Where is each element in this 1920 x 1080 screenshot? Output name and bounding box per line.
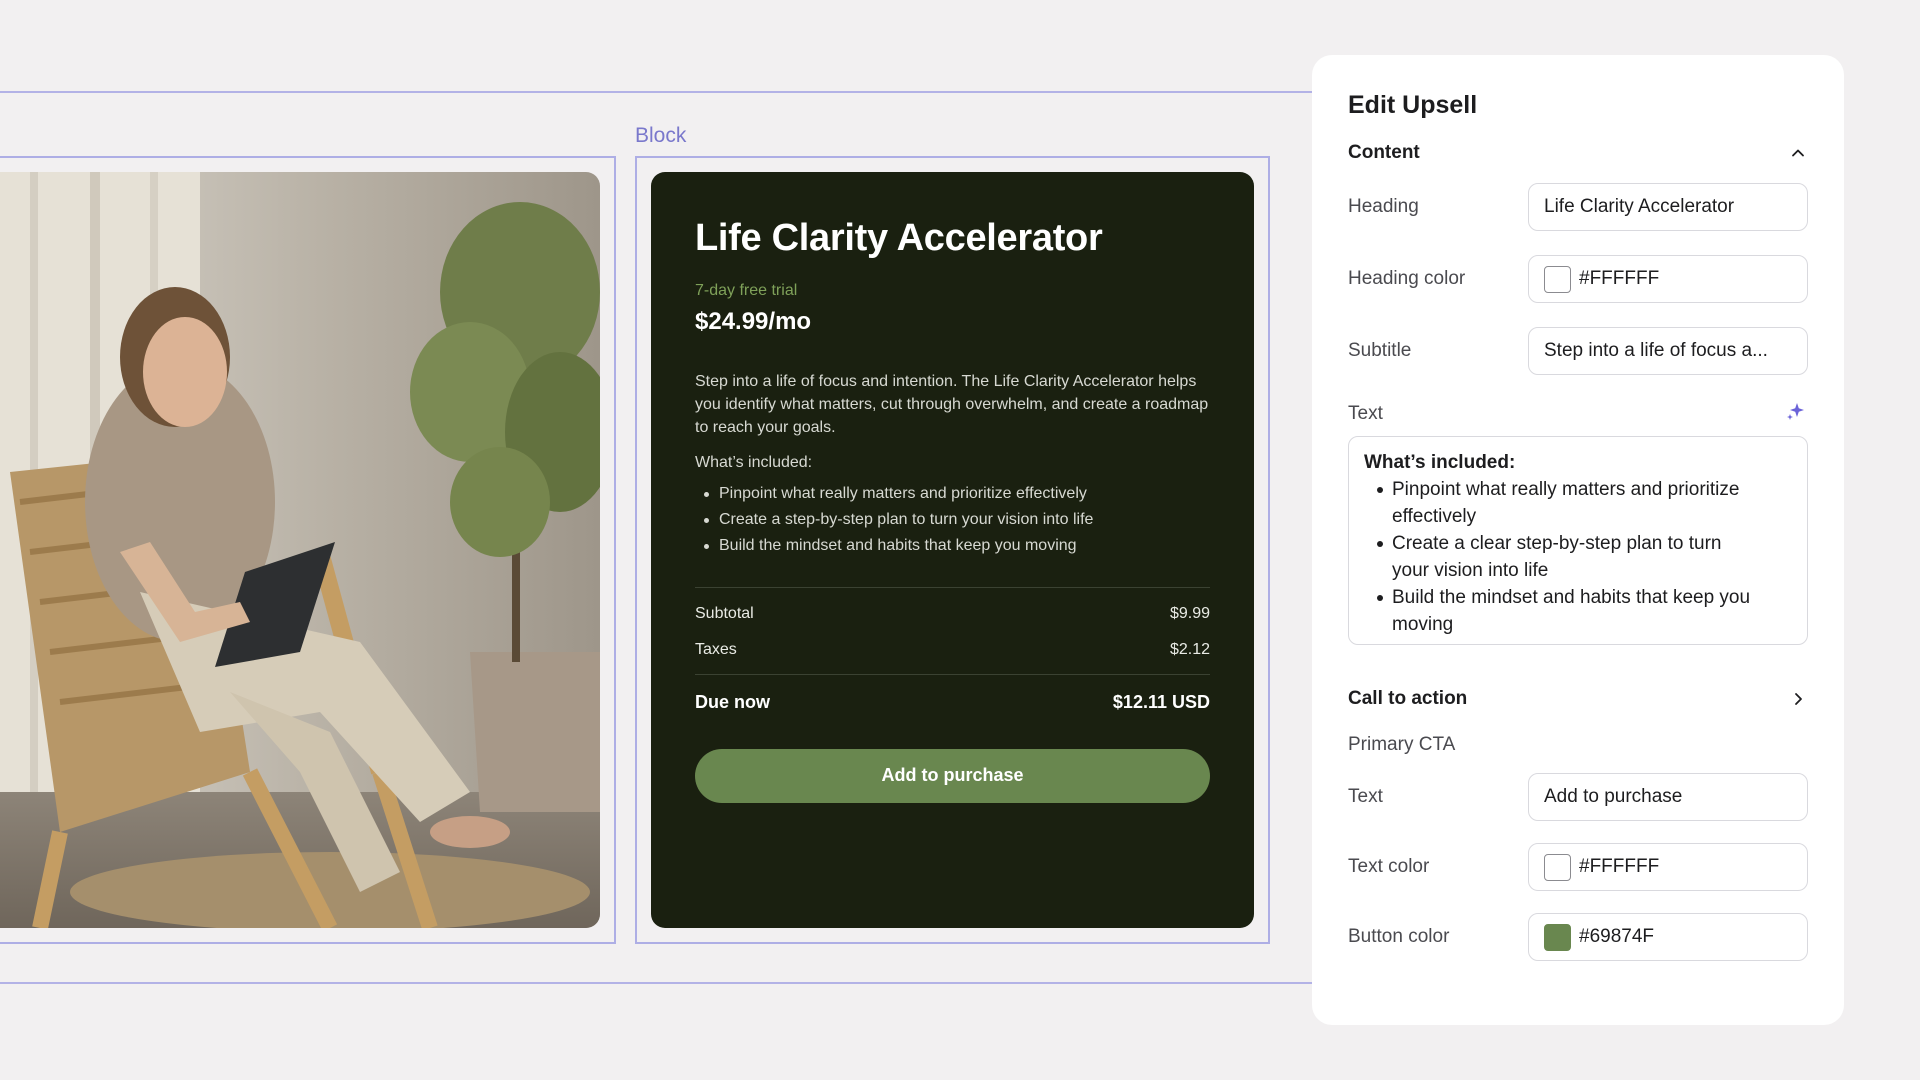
- due-now-value: $12.11 USD: [1112, 691, 1210, 712]
- subtotal-value: $9.99: [1169, 604, 1210, 622]
- upsell-title: Life Clarity Accelerator: [695, 217, 1103, 259]
- content-section-header[interactable]: Content: [1348, 142, 1808, 164]
- color-swatch[interactable]: [1544, 265, 1571, 293]
- cta-text-input[interactable]: Add to purchase: [1528, 773, 1808, 821]
- upsell-price: $24.99/mo: [695, 307, 812, 335]
- heading-color-label: Heading color: [1348, 268, 1466, 289]
- upsell-card[interactable]: Life Clarity Accelerator 7-day free tria…: [651, 172, 1254, 928]
- due-now-label: Due now: [695, 691, 770, 712]
- list-item: Build the mindset and habits that keep y…: [695, 533, 1210, 559]
- cta-text-label: Text: [1348, 786, 1383, 807]
- subtotal-row: Subtotal $9.99: [695, 605, 1210, 623]
- edit-upsell-panel: Edit Upsell Content Heading Life Clarity…: [1312, 55, 1844, 1025]
- list-item: Create a clear step-by-step plan to turn…: [1364, 530, 1792, 584]
- button-color-row: Button color #69874F: [1348, 913, 1808, 961]
- add-to-purchase-button[interactable]: Add to purchase: [695, 748, 1210, 803]
- cta-text-color-row: Text color #FFFFFF: [1348, 843, 1808, 891]
- panel-title: Edit Upsell: [1348, 91, 1478, 119]
- subtotal-label: Subtotal: [695, 604, 754, 622]
- text-label: Text: [1348, 402, 1383, 424]
- button-color-value: #69874F: [1579, 926, 1655, 947]
- subtitle-label: Subtitle: [1348, 340, 1412, 361]
- content-section-label: Content: [1348, 142, 1420, 163]
- due-now-row: Due now $12.11 USD: [695, 692, 1210, 713]
- heading-field-row: Heading Life Clarity Accelerator: [1348, 183, 1808, 231]
- cta-text-color-input[interactable]: #FFFFFF: [1528, 843, 1808, 891]
- section-guide-top: [0, 91, 1313, 93]
- text-editor-list: Pinpoint what really matters and priorit…: [1364, 476, 1792, 638]
- text-rich-editor[interactable]: What’s included: Pinpoint what really ma…: [1348, 436, 1808, 645]
- upsell-trial-text: 7-day free trial: [695, 281, 798, 299]
- primary-cta-label: Primary CTA: [1348, 734, 1456, 755]
- list-item: Pinpoint what really matters and priorit…: [695, 481, 1210, 507]
- list-item: Pinpoint what really matters and priorit…: [1364, 476, 1792, 530]
- heading-color-row: Heading color #FFFFFF: [1348, 255, 1808, 303]
- divider: [695, 586, 1210, 588]
- included-heading: What’s included:: [695, 453, 813, 471]
- sparkle-icon[interactable]: [1786, 401, 1806, 426]
- editor-canvas: Block Life Clarity Accelerator 7-day fre…: [0, 0, 1920, 1080]
- taxes-row: Taxes $2.12: [695, 641, 1210, 659]
- hero-photo[interactable]: [0, 172, 600, 928]
- cta-text-row: Text Add to purchase: [1348, 773, 1808, 821]
- cta-section-header[interactable]: Call to action: [1348, 688, 1808, 710]
- color-swatch[interactable]: [1544, 923, 1571, 951]
- chevron-up-icon[interactable]: [1788, 143, 1808, 163]
- cta-section-label: Call to action: [1348, 688, 1468, 709]
- chevron-right-icon[interactable]: [1788, 689, 1808, 709]
- button-color-input[interactable]: #69874F: [1528, 913, 1808, 961]
- section-guide-bottom: [0, 982, 1313, 984]
- heading-color-value: #FFFFFF: [1579, 268, 1660, 289]
- upsell-description: Step into a life of focus and intention.…: [695, 372, 1209, 436]
- included-list: Pinpoint what really matters and priorit…: [695, 481, 1210, 559]
- taxes-value: $2.12: [1169, 640, 1210, 658]
- cta-text-color-label: Text color: [1348, 856, 1430, 877]
- text-field-header: Text: [1348, 401, 1808, 426]
- heading-label: Heading: [1348, 196, 1419, 217]
- text-editor-heading: What’s included:: [1364, 452, 1516, 473]
- button-color-label: Button color: [1348, 926, 1450, 947]
- divider: [695, 673, 1210, 675]
- heading-input[interactable]: Life Clarity Accelerator: [1528, 183, 1808, 231]
- block-label: Block: [635, 124, 687, 147]
- list-item: Build the mindset and habits that keep y…: [1364, 584, 1792, 638]
- color-swatch[interactable]: [1544, 853, 1571, 881]
- subtitle-input[interactable]: Step into a life of focus a...: [1528, 327, 1808, 375]
- subtitle-field-row: Subtitle Step into a life of focus a...: [1348, 327, 1808, 375]
- taxes-label: Taxes: [695, 640, 737, 658]
- cta-text-color-value: #FFFFFF: [1579, 856, 1660, 877]
- list-item: Create a step-by-step plan to turn your …: [695, 507, 1210, 533]
- heading-color-input[interactable]: #FFFFFF: [1528, 255, 1808, 303]
